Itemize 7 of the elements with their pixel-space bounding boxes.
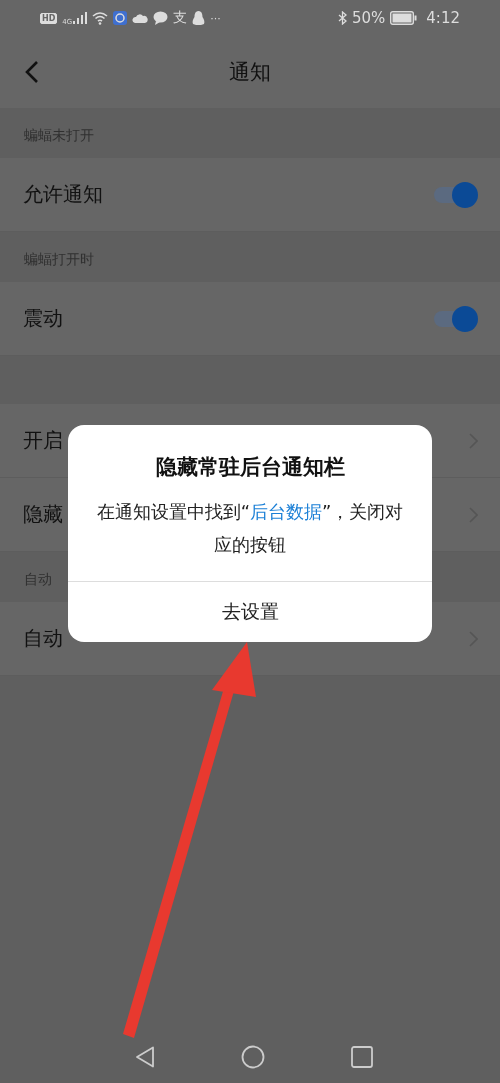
clock: 4:12	[426, 9, 460, 27]
app-glyph: 支	[173, 9, 188, 27]
more-indicator: ···	[210, 11, 221, 25]
battery-percent: 50%	[351, 9, 386, 27]
dialog-title: 隐藏常驻后台通知栏	[155, 454, 345, 481]
hd-badge: HD	[40, 12, 58, 24]
page-title: 通知	[229, 59, 271, 86]
